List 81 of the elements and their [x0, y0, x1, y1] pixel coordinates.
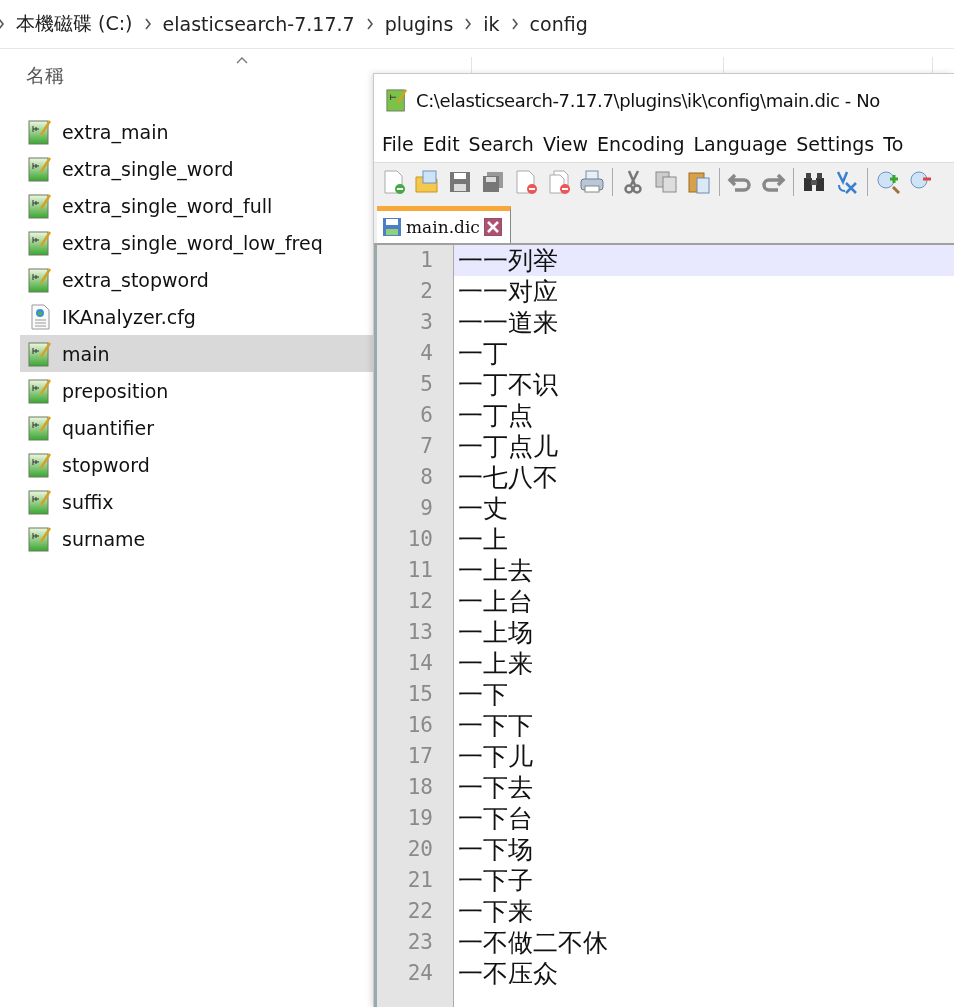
breadcrumb-item[interactable]: plugins: [384, 13, 454, 35]
close-all-icon[interactable]: [546, 169, 572, 195]
sort-caret-icon: [236, 57, 248, 64]
text-document-icon: [28, 525, 52, 552]
code-line: 一上去: [453, 555, 954, 586]
settings-file-icon: [28, 303, 52, 330]
explorer-row[interactable]: surname: [20, 520, 373, 557]
code-line: 一下去: [453, 772, 954, 803]
text-document-icon: [28, 414, 52, 441]
code-line: 一七八不: [453, 462, 954, 493]
code-line: 一丁点: [453, 400, 954, 431]
code-line: 一下下: [453, 710, 954, 741]
menu-item[interactable]: Edit: [422, 133, 460, 155]
explorer-row[interactable]: IKAnalyzer.cfg: [20, 298, 373, 335]
paste-icon[interactable]: [686, 169, 712, 195]
explorer-row[interactable]: main: [20, 335, 373, 372]
code-line: 一下儿: [453, 741, 954, 772]
column-header[interactable]: 名稱: [26, 63, 64, 89]
menu-item[interactable]: View: [542, 133, 588, 155]
code-line: 一上场: [453, 617, 954, 648]
code-line: 一丁点儿: [453, 431, 954, 462]
menu-item[interactable]: Settings: [796, 133, 875, 155]
chevron-icon: [510, 18, 519, 30]
text-document-icon: [28, 488, 52, 515]
window-title: C:\elasticsearch-7.17.7\plugins\ik\config\main.dic - No: [416, 89, 880, 111]
explorer-row[interactable]: preposition: [20, 372, 373, 409]
code-line: 一一道来: [453, 307, 954, 338]
explorer-row[interactable]: extra_single_word_full: [20, 187, 373, 224]
code-line: 一上来: [453, 648, 954, 679]
code-line: 一下: [453, 679, 954, 710]
chevron-icon: [143, 18, 152, 30]
text-document-icon: [28, 118, 52, 145]
chevron-icon: [365, 18, 374, 30]
close-file-icon[interactable]: [513, 169, 539, 195]
menu-item[interactable]: Search: [468, 133, 534, 155]
file-tab[interactable]: main.dic: [377, 206, 511, 243]
explorer-row[interactable]: extra_stopword: [20, 261, 373, 298]
copy-icon[interactable]: [653, 169, 679, 195]
text-document-icon: [28, 340, 52, 367]
menu-item[interactable]: Language: [693, 133, 788, 155]
chevron-icon: [464, 18, 473, 30]
code-line: 一丁不识: [453, 369, 954, 400]
explorer-row[interactable]: quantifier: [20, 409, 373, 446]
code-line: 一一对应: [453, 276, 954, 307]
print-icon[interactable]: [579, 169, 605, 195]
text-document-icon: [28, 266, 52, 293]
code-line: 一下场: [453, 834, 954, 865]
menu-item[interactable]: File: [382, 133, 414, 155]
code-line: 一下来: [453, 896, 954, 927]
breadcrumb-item[interactable]: ik: [483, 13, 500, 35]
breadcrumb-item[interactable]: config: [529, 13, 588, 35]
code-line: 一丈: [453, 493, 954, 524]
breadcrumb-item[interactable]: elasticsearch-7.17.7: [162, 13, 355, 35]
replace-icon[interactable]: [834, 169, 860, 195]
save-all-icon[interactable]: [480, 169, 506, 195]
code-line: 一不做二不休: [453, 927, 954, 958]
close-icon[interactable]: [483, 218, 502, 236]
text-document-icon: [28, 192, 52, 219]
breadcrumb-item[interactable]: 本機磁碟 (C:): [16, 11, 133, 37]
explorer-row[interactable]: extra_single_word_low_freq: [20, 224, 373, 261]
explorer-row[interactable]: stopword: [20, 446, 373, 483]
text-document-icon: [28, 377, 52, 404]
explorer-row[interactable]: extra_single_word: [20, 150, 373, 187]
code-line: 一不压众: [453, 958, 954, 989]
new-file-icon[interactable]: [381, 169, 407, 195]
explorer-row[interactable]: extra_main: [20, 113, 373, 150]
code-line: 一丁: [453, 338, 954, 369]
zoom-in-icon[interactable]: [875, 169, 901, 195]
text-document-icon: [28, 451, 52, 478]
code-line: 一上台: [453, 586, 954, 617]
text-document-icon: [28, 155, 52, 182]
explorer-row[interactable]: suffix: [20, 483, 373, 520]
text-document-icon: [28, 229, 52, 256]
menu-item[interactable]: Encoding: [596, 133, 685, 155]
code-line: 一上: [453, 524, 954, 555]
save-icon[interactable]: [447, 169, 473, 195]
open-folder-icon[interactable]: [414, 169, 440, 195]
code-line: 一下台: [453, 803, 954, 834]
notepad-app-icon: [386, 88, 408, 112]
code-line: 一下子: [453, 865, 954, 896]
menu-item[interactable]: To: [883, 133, 904, 155]
